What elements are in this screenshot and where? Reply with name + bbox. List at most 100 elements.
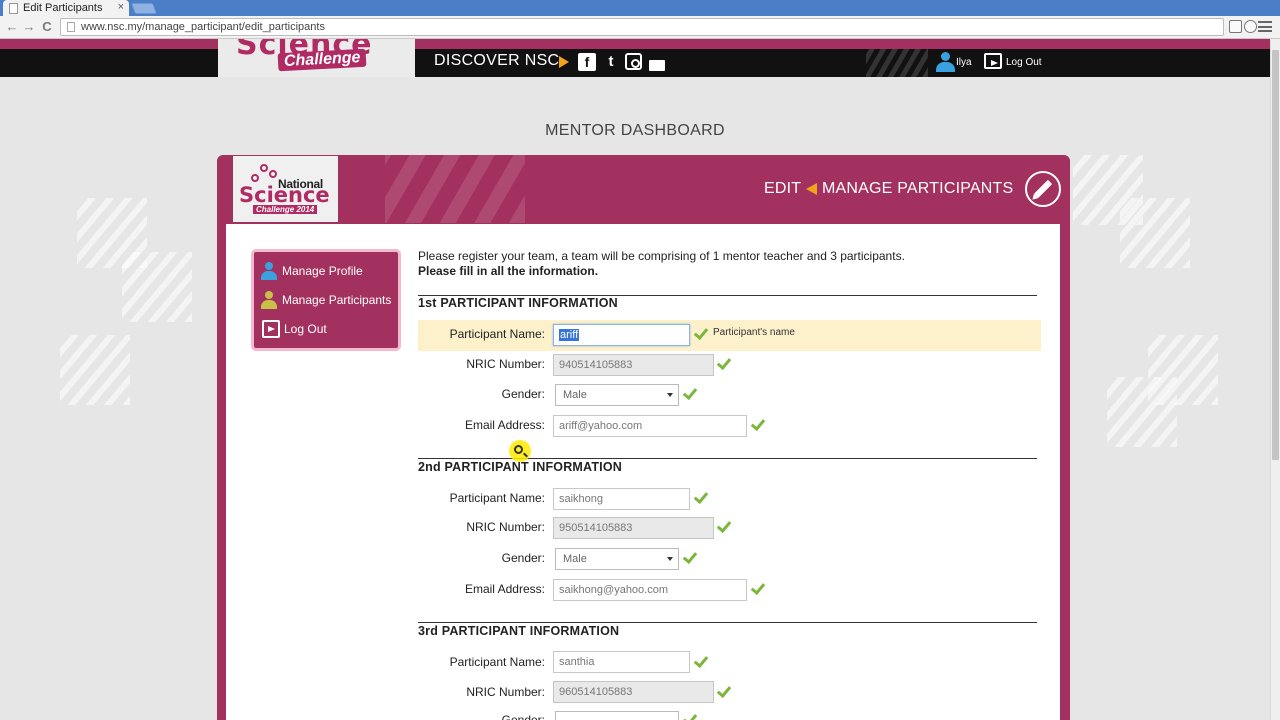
reload-icon[interactable]: C	[39, 19, 55, 34]
gender-label: Gender:	[501, 551, 545, 565]
magnifier-cursor-icon	[514, 445, 523, 454]
discover-nsc-link[interactable]: DISCOVER NSC	[434, 52, 559, 70]
twitter-icon[interactable]: t	[602, 53, 620, 71]
page-title: MENTOR DASHBOARD	[545, 122, 725, 139]
panel-stripes-decoration	[385, 155, 525, 223]
participant-1-name-input[interactable]: ariff	[553, 324, 690, 346]
form-intro: Please register your team, a team will b…	[418, 249, 905, 279]
participant-name-label: Participant Name:	[449, 327, 545, 341]
section-divider	[418, 295, 1037, 296]
intro-bold-text: Please fill in all the information.	[418, 264, 599, 278]
sidebar-item-manage-profile[interactable]: Manage Profile	[260, 260, 363, 282]
heading-arrow-icon	[806, 183, 817, 195]
header-logout-link[interactable]: Log Out	[1006, 57, 1042, 68]
participant-2-nric-input[interactable]: 950514105883	[553, 517, 714, 539]
check-icon	[684, 712, 698, 720]
header-stripes-decoration	[866, 49, 928, 77]
user-name[interactable]: Ilya	[956, 57, 972, 68]
email-label: Email Address:	[464, 418, 545, 432]
email-icon[interactable]	[649, 60, 665, 71]
participant-1-gender-select[interactable]: Male	[555, 384, 679, 406]
participant-3-nric-input[interactable]: 960514105883	[553, 681, 714, 703]
site-logo[interactable]: Science Challenge	[218, 39, 415, 77]
sidebar-item-label: Log Out	[284, 322, 327, 336]
logo-text-challenge: Challenge	[277, 48, 367, 72]
email-label: Email Address:	[464, 582, 545, 596]
heading-manage-participants: MANAGE PARTICIPANTS	[822, 180, 1014, 197]
heading-edit: EDIT	[764, 180, 802, 197]
background-decoration	[1107, 377, 1177, 447]
background-decoration	[1120, 198, 1190, 268]
check-icon	[695, 654, 709, 668]
edit-button[interactable]	[1025, 171, 1061, 207]
forward-arrow-icon[interactable]: →	[21, 19, 37, 34]
page-favicon-icon	[9, 2, 18, 14]
participant-3-gender-select[interactable]	[555, 711, 679, 720]
check-icon	[695, 490, 709, 504]
extension-icon[interactable]	[1229, 20, 1242, 33]
participant-1-email-input[interactable]: ariff@yahoo.com	[553, 415, 747, 437]
logo-science: Science	[239, 183, 330, 207]
background-decoration	[122, 252, 192, 322]
section-title-participant-3: 3rd PARTICIPANT INFORMATION	[418, 624, 620, 638]
tab-title: Edit Participants	[23, 2, 103, 14]
new-tab-button[interactable]	[130, 3, 158, 14]
facebook-icon[interactable]: f	[578, 53, 596, 71]
name-hint: Participant's name	[713, 327, 795, 338]
section-title-participant-2: 2nd PARTICIPANT INFORMATION	[418, 460, 622, 474]
gender-label: Gender:	[501, 713, 545, 720]
browser-tab[interactable]: Edit Participants ×	[3, 0, 129, 16]
browser-toolbar: ← → C www.nsc.my/manage_participant/edit…	[0, 16, 1280, 39]
cursor-highlight	[509, 440, 531, 462]
gender-label: Gender:	[501, 387, 545, 401]
participant-name-label: Participant Name:	[449, 491, 545, 505]
check-icon	[684, 550, 698, 564]
browser-tabstrip	[0, 0, 1280, 16]
participant-2-email-input[interactable]: saikhong@yahoo.com	[553, 579, 747, 601]
user-yellow-icon	[260, 291, 278, 309]
url-text: www.nsc.my/manage_participant/edit_parti…	[81, 21, 325, 33]
close-tab-icon[interactable]: ×	[118, 1, 124, 13]
page-icon	[67, 22, 75, 32]
participant-name-label: Participant Name:	[449, 655, 545, 669]
participant-1-nric-input[interactable]: 940514105883	[553, 354, 714, 376]
logout-icon	[262, 320, 280, 338]
nric-label: NRIC Number:	[466, 520, 545, 534]
logo-challenge-2014: Challenge 2014	[253, 205, 318, 214]
sidebar-item-manage-participants[interactable]: Manage Participants	[260, 289, 391, 311]
participant-2-gender-select[interactable]: Male	[555, 548, 679, 570]
check-icon	[695, 326, 709, 340]
nsc-2014-logo: National Science Challenge 2014	[233, 156, 338, 222]
check-icon	[752, 581, 766, 595]
user-blue-icon	[260, 262, 278, 280]
section-divider	[418, 622, 1037, 623]
extension-icon[interactable]	[1244, 20, 1257, 33]
check-icon	[718, 684, 732, 698]
participant-2-name-input[interactable]: saikhong	[553, 488, 690, 510]
nric-label: NRIC Number:	[466, 357, 545, 371]
discover-arrow-icon	[559, 56, 569, 68]
sidebar-item-label: Manage Participants	[282, 293, 392, 307]
chevron-down-icon	[667, 393, 673, 397]
check-icon	[718, 356, 732, 370]
check-icon	[684, 386, 698, 400]
sidebar-menu: Manage Profile Manage Participants Log O…	[251, 249, 401, 351]
chevron-down-icon	[667, 557, 673, 561]
scrollbar-thumb[interactable]	[1272, 50, 1279, 460]
sidebar-item-log-out[interactable]: Log Out	[262, 318, 327, 340]
intro-text: Please register your team, a team will b…	[418, 249, 905, 263]
check-icon	[718, 519, 732, 533]
user-icon[interactable]	[935, 52, 955, 72]
pencil-icon	[1033, 179, 1053, 199]
sidebar-item-label: Manage Profile	[282, 264, 363, 278]
browser-menu-icon[interactable]	[1258, 20, 1272, 33]
address-bar[interactable]: www.nsc.my/manage_participant/edit_parti…	[60, 18, 1224, 36]
participant-3-name-input[interactable]: santhia	[553, 651, 690, 673]
instagram-icon[interactable]	[625, 53, 642, 70]
section-title-participant-1: 1st PARTICIPANT INFORMATION	[418, 296, 618, 310]
nric-label: NRIC Number:	[466, 685, 545, 699]
background-decoration	[60, 335, 130, 405]
logout-icon[interactable]	[984, 53, 1002, 69]
check-icon	[752, 417, 766, 431]
back-arrow-icon[interactable]: ←	[4, 19, 20, 34]
